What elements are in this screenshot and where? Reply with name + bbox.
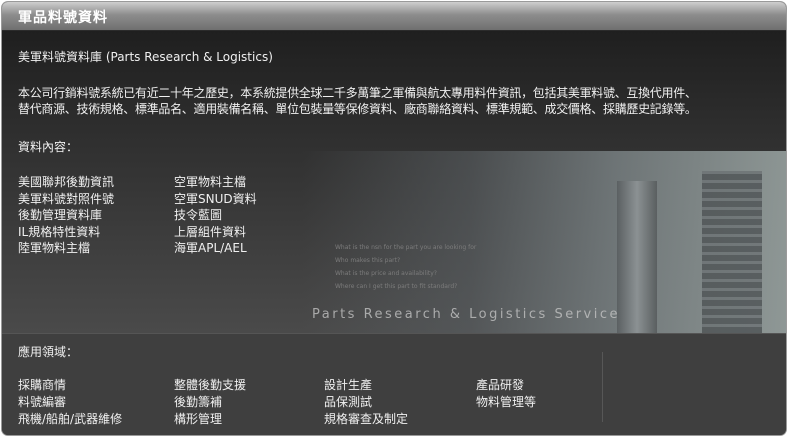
contents-item: IL規格特性資料 xyxy=(18,224,101,239)
banner-faint-text: What is the nsn for the part you are loo… xyxy=(335,244,477,251)
panel-header: 軍品料號資料 xyxy=(2,2,786,31)
divider xyxy=(602,352,603,422)
page-title: 軍品料號資料 xyxy=(18,10,108,26)
applications-section: 應用領域： 採購商情 料號編審 飛機/船舶/武器維修 整體後勤支援 後勤籌補 構… xyxy=(2,333,786,435)
application-item: 採購商情 xyxy=(18,378,67,392)
contents-heading: 資料內容： xyxy=(18,140,79,154)
banner-structure-graphic xyxy=(702,171,762,333)
application-item: 構形管理 xyxy=(174,412,223,426)
banner-faint-text: Where can I get this part to fit standar… xyxy=(335,283,458,290)
content-panel: 軍品料號資料 What is the nsn for the part you … xyxy=(2,2,786,435)
banner-faint-text: What is the price and availability? xyxy=(335,270,437,277)
application-item: 料號編審 xyxy=(18,395,67,409)
applications-heading: 應用領域： xyxy=(18,345,79,359)
contents-item: 美國聯邦後勤資訊 xyxy=(18,175,115,189)
contents-item: 技令藍圖 xyxy=(174,208,223,222)
banner-watermark: Parts Research & Logistics Service xyxy=(312,307,621,322)
contents-item: 上層組件資料 xyxy=(174,224,247,239)
contents-item: 陸軍物料主檔 xyxy=(18,241,91,255)
banner-faint-text: Who makes this part? xyxy=(335,257,401,264)
application-item: 整體後勤支援 xyxy=(174,378,247,392)
main-section: What is the nsn for the part you are loo… xyxy=(2,31,786,333)
application-item: 規格審查及制定 xyxy=(324,412,409,426)
intro-paragraph-line: 本公司行銷料號系統已有近二十年之歷史，本系統提供全球二千多萬筆之軍備與航太專用料… xyxy=(18,86,697,100)
intro-paragraph-line: 替代商源、技術規格、標準品名、適用裝備名稱、單位包裝量等保修資料、廠商聯絡資料、… xyxy=(18,102,697,116)
intro-subtitle: 美軍料號資料庫 (Parts Research & Logistics) xyxy=(18,50,273,64)
contents-item: 美軍料號對照件號 xyxy=(18,191,115,206)
application-item: 產品研發 xyxy=(476,378,525,392)
application-item: 物料管理等 xyxy=(476,395,537,409)
contents-item: 空軍SNUD資料 xyxy=(174,191,257,206)
contents-item: 後勤管理資料庫 xyxy=(18,208,103,222)
contents-item: 空軍物料主檔 xyxy=(174,175,247,189)
application-item: 品保測試 xyxy=(324,395,373,409)
banner-tower-graphic xyxy=(617,181,657,333)
application-item: 飛機/船舶/武器維修 xyxy=(18,412,123,426)
application-item: 設計生產 xyxy=(324,378,373,392)
application-item: 後勤籌補 xyxy=(174,395,223,409)
contents-item: 海軍APL/AEL xyxy=(174,241,247,255)
